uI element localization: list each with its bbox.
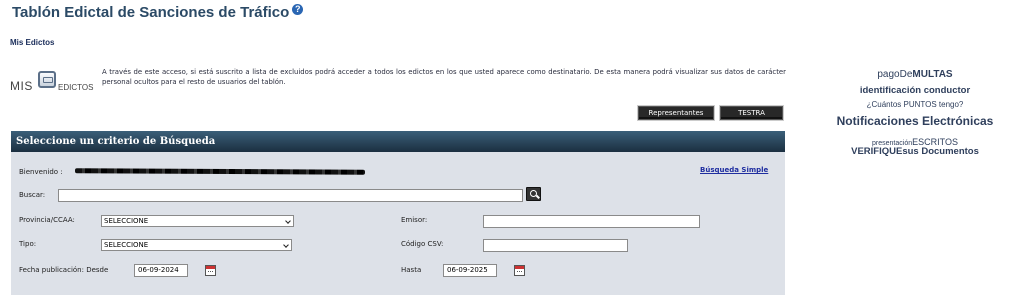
tipo-selected: SELECCIONE <box>104 241 149 249</box>
logo-mis-text: MIS <box>10 79 33 93</box>
provincia-selected: SELECCIONE <box>104 217 149 225</box>
emisor-label: Emisor: <box>401 216 428 224</box>
calendar-icon[interactable] <box>514 265 525 276</box>
pago-multas-link[interactable]: pagoDeMULTAS <box>800 69 1024 80</box>
buscar-label: Buscar: <box>19 191 46 199</box>
welcome-label: Bienvenido : <box>19 168 63 176</box>
buscar-input[interactable] <box>58 189 523 202</box>
testra-button[interactable]: TESTRA <box>720 106 783 120</box>
busqueda-simple-link[interactable]: Búsqueda Simple <box>700 166 768 174</box>
intro-description: A través de este acceso, si está suscrit… <box>102 68 786 86</box>
csv-label: Código CSV: <box>401 240 444 248</box>
de-text: De <box>899 69 913 80</box>
sus-documentos-text: sus Documentos <box>902 146 979 157</box>
page-title-text: Tablón Edictal de Sanciones de Tráfico <box>12 4 290 21</box>
representantes-button[interactable]: Representantes <box>638 106 714 120</box>
provincia-label: Provincia/CCAA: <box>19 216 75 224</box>
calendar-icon[interactable] <box>205 265 216 276</box>
tipo-select[interactable]: SELECCIONE <box>101 239 292 251</box>
fecha-desde-input[interactable]: 06-09-2024 <box>134 264 188 277</box>
mis-edictos-logo: MIS EDICTOS <box>9 71 101 97</box>
logo-monitor-icon <box>38 71 56 88</box>
pago-text: pago <box>877 69 900 80</box>
verifique-documentos-link[interactable]: VERIFIQUEsus Documentos <box>800 146 1024 157</box>
chevron-down-icon <box>283 242 289 248</box>
mis-edictos-heading: Mis Edictos <box>10 38 55 47</box>
fecha-hasta-label: Hasta <box>401 266 422 274</box>
search-panel-header: Seleccione un criterio de Búsqueda <box>11 131 785 152</box>
notificaciones-electronicas-link[interactable]: Notificaciones Electrónicas <box>800 114 1024 128</box>
fecha-desde-label: Fecha publicación: Desde <box>19 266 109 274</box>
verifique-text: VERIFIQUE <box>851 146 903 157</box>
provincia-select[interactable]: SELECCIONE <box>101 215 294 227</box>
masked-user-name <box>75 168 365 175</box>
chevron-down-icon <box>285 218 291 224</box>
multas-text: MULTAS <box>912 69 953 80</box>
search-icon[interactable] <box>526 187 541 201</box>
cuantos-puntos-link[interactable]: ¿Cuántos PUNTOS tengo? <box>800 100 1024 109</box>
help-icon[interactable]: ? <box>292 4 304 15</box>
page-title: Tablón Edictal de Sanciones de Tráfico ? <box>12 4 304 21</box>
fecha-hasta-input[interactable]: 06-09-2025 <box>443 264 497 277</box>
tipo-label: Tipo: <box>19 240 37 248</box>
csv-input[interactable] <box>483 239 628 252</box>
identificacion-conductor-link[interactable]: identificación conductor <box>800 85 1024 96</box>
emisor-input[interactable] <box>483 215 700 228</box>
search-panel: Seleccione un criterio de Búsqueda Bienv… <box>11 131 785 295</box>
logo-edictos-text: EDICTOS <box>58 83 94 92</box>
